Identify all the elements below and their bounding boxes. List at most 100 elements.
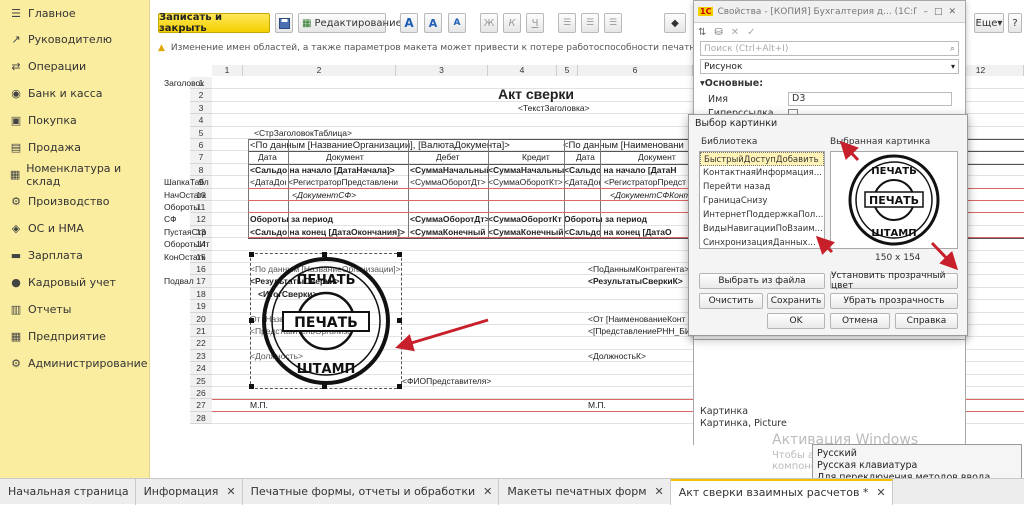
- row-number[interactable]: 7: [190, 151, 212, 164]
- resize-handle[interactable]: [322, 383, 327, 389]
- column-header[interactable]: 4: [488, 65, 557, 76]
- help-dialog-button[interactable]: Справка: [895, 313, 958, 329]
- save-picture-button[interactable]: Сохранить: [767, 293, 825, 309]
- library-item[interactable]: ВидыНавигацииПоВзаим...: [700, 222, 824, 236]
- sheet-cell[interactable]: <СуммаНачальный: [488, 165, 564, 175]
- row-number[interactable]: 23: [190, 349, 212, 363]
- resize-handle[interactable]: [249, 317, 254, 323]
- area-label[interactable]: Обороты: [164, 202, 210, 212]
- sidebar-item-5[interactable]: ▣ Покупка: [0, 107, 149, 134]
- row-number[interactable]: 16: [190, 263, 212, 276]
- sheet-cell[interactable]: <СуммаКонечный: [488, 227, 564, 237]
- filter-icon[interactable]: ⛁: [714, 27, 722, 38]
- sheet-cell[interactable]: <ДатаДокум: [250, 177, 286, 187]
- sheet-cell[interactable]: <По данным [Наименовани: [563, 140, 689, 151]
- sheet-cell[interactable]: <СуммаОборотДт>: [410, 214, 488, 224]
- row-number[interactable]: 8: [190, 163, 212, 177]
- name-input[interactable]: D3: [788, 92, 952, 106]
- sidebar-item-10[interactable]: ▬ Зарплата: [0, 242, 149, 269]
- column-header[interactable]: 3: [396, 65, 488, 76]
- sheet-cell[interactable]: Обороты за период: [564, 214, 690, 224]
- library-list[interactable]: БыстрыйДоступДобавить КонтактнаяИнформаци…: [699, 151, 825, 249]
- resize-handle[interactable]: [249, 251, 254, 257]
- sidebar-item-7[interactable]: ▦ Номенклатура и склад: [0, 161, 149, 188]
- sheet-cell[interactable]: <Сальдо на начало [ДатаНачала]>: [250, 165, 410, 175]
- sheet-cell[interactable]: <Сальдо на конец [ДатаОкончания]>: [250, 227, 410, 237]
- align-center-icon[interactable]: ☰: [581, 13, 599, 33]
- sidebar-item-11[interactable]: ● Кадровый учет: [0, 269, 149, 296]
- library-item[interactable]: Перейти назад: [700, 180, 824, 194]
- column-header[interactable]: 5: [557, 65, 578, 76]
- library-item[interactable]: ГраницаСнизу: [700, 194, 824, 208]
- sidebar-item-13[interactable]: ▦ Предприятие: [0, 323, 149, 350]
- resize-handle[interactable]: [322, 251, 327, 257]
- sheet-cell[interactable]: <ПоДаннымКонтрагента>: [588, 264, 694, 274]
- tab-2[interactable]: Информация ✕: [136, 478, 243, 505]
- maximize-icon[interactable]: □: [934, 7, 943, 17]
- font-large-button[interactable]: A: [400, 13, 418, 33]
- sheet-cell[interactable]: <Сальдо на начало [ДатаН: [564, 165, 690, 175]
- sidebar-item-9[interactable]: ◈ ОС и НМА: [0, 215, 149, 242]
- underline-button[interactable]: Ч: [526, 13, 544, 33]
- row-number[interactable]: 26: [190, 387, 212, 400]
- remove-transparency-button[interactable]: Убрать прозрачность: [830, 293, 958, 309]
- sidebar-item-12[interactable]: ▥ Отчеты: [0, 296, 149, 323]
- save-close-button[interactable]: Записать и закрыть: [158, 12, 270, 34]
- area-label[interactable]: СФ: [164, 214, 210, 224]
- sheet-cell[interactable]: <СуммаОборотКт: [488, 214, 564, 224]
- font-small-button[interactable]: A: [448, 13, 466, 33]
- sheet-cell[interactable]: <СуммаОборотКт>: [488, 177, 564, 187]
- sheet-cell[interactable]: <СуммаНачальный: [410, 165, 488, 175]
- cancel-button[interactable]: Отмена: [830, 313, 890, 329]
- more-button[interactable]: Еще ▾: [974, 13, 1004, 33]
- close-tab-icon[interactable]: ✕: [655, 485, 664, 498]
- edit-button[interactable]: ▦ Редактирование: [298, 13, 402, 33]
- area-label[interactable]: ПустаяСтр: [164, 227, 210, 237]
- sheet-cell[interactable]: <ФИОПредставителя>: [402, 376, 502, 386]
- sheet-cell[interactable]: <СуммаОборотДт>: [410, 177, 488, 187]
- row-number[interactable]: 5: [190, 126, 212, 139]
- close-tab-icon[interactable]: ✕: [226, 485, 235, 498]
- library-item[interactable]: КонтактнаяИнформация...: [700, 166, 824, 180]
- row-number[interactable]: 25: [190, 374, 212, 387]
- sheet-cell[interactable]: <[ПредставлениеРНН_БИ: [588, 326, 694, 336]
- align-left-icon[interactable]: ☰: [558, 13, 576, 33]
- properties-search-input[interactable]: Поиск (Ctrl+Alt+I) ⌕: [700, 41, 959, 56]
- sheet-cell[interactable]: <Сальдо на конец [ДатаО: [564, 227, 690, 237]
- resize-handle[interactable]: [397, 383, 402, 389]
- type-select[interactable]: Рисунок ▾: [700, 59, 959, 74]
- align-right-icon[interactable]: ☰: [604, 13, 622, 33]
- area-label[interactable]: ШапкаТабл: [164, 177, 210, 187]
- sheet-cell[interactable]: Кредит: [522, 152, 562, 162]
- resize-handle[interactable]: [397, 251, 402, 257]
- minimize-icon[interactable]: –: [923, 7, 928, 17]
- row-number[interactable]: 20: [190, 312, 212, 325]
- sheet-cell[interactable]: <СтрЗаголовокТаблица>: [254, 128, 454, 138]
- library-item[interactable]: БыстрыйДоступДобавить: [700, 152, 824, 166]
- stamp-picture[interactable]: ПЕЧАТЬ ПЕЧАТЬ ШТАМП: [249, 251, 402, 389]
- sort-icon[interactable]: ⇅: [698, 27, 706, 38]
- resize-handle[interactable]: [397, 317, 402, 323]
- column-header[interactable]: 1: [212, 65, 243, 76]
- tab-3[interactable]: Печатные формы, отчеты и обработки ✕: [243, 478, 500, 505]
- sidebar-item-3[interactable]: ⇄ Операции: [0, 53, 149, 80]
- close-tab-icon[interactable]: ✕: [876, 486, 885, 499]
- sheet-cell[interactable]: <От [НаименованиеКонт: [588, 314, 694, 324]
- picture-value[interactable]: Картинка, Picture: [700, 418, 787, 429]
- close-tab-icon[interactable]: ✕: [483, 485, 492, 498]
- confirm-icon[interactable]: ✓: [747, 27, 755, 38]
- sheet-cell[interactable]: <РегистраторПредст: [604, 177, 690, 187]
- area-label[interactable]: Подвал: [164, 276, 210, 286]
- area-label[interactable]: Заголовок: [164, 78, 210, 88]
- row-number[interactable]: 21: [190, 325, 212, 338]
- tab-1[interactable]: Начальная страница: [0, 478, 136, 505]
- sheet-cell[interactable]: <ДатаДок: [564, 177, 600, 187]
- italic-button[interactable]: К: [503, 13, 521, 33]
- column-header[interactable]: 2: [243, 65, 396, 76]
- area-label[interactable]: ОборотыИт: [164, 239, 210, 249]
- sheet-cell[interactable]: М.П.: [588, 400, 618, 410]
- sheet-cell[interactable]: Дата: [258, 152, 282, 162]
- row-number[interactable]: 2: [190, 89, 212, 102]
- sheet-cell[interactable]: М.П.: [250, 400, 280, 410]
- row-number[interactable]: 28: [190, 411, 212, 425]
